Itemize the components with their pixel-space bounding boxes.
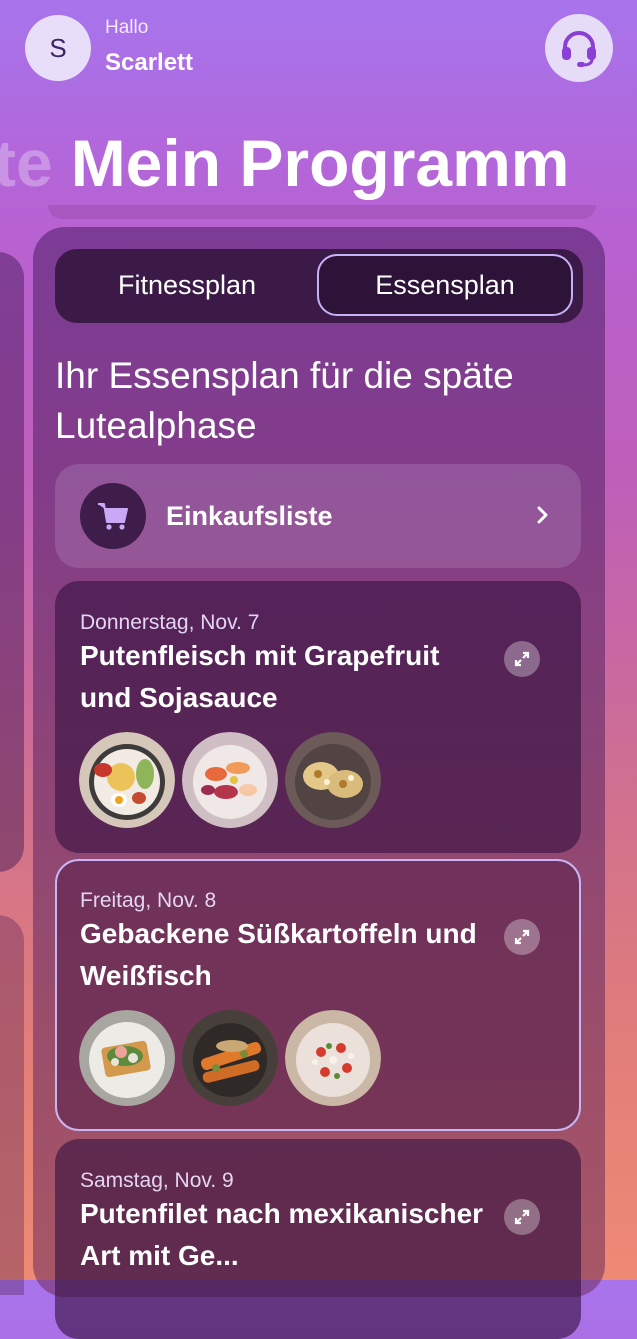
page-title: Mein Programm xyxy=(70,126,570,200)
plan-title: Ihr Essensplan für die späte Lutealphase xyxy=(55,355,514,446)
chevron-right-icon xyxy=(537,506,548,524)
previous-panel-peek-lower[interactable] xyxy=(0,915,24,1295)
food-image xyxy=(285,732,381,828)
meal-date: Samstag, Nov. 9 xyxy=(80,1169,234,1192)
user-name: Scarlett xyxy=(105,49,194,76)
title-underline xyxy=(48,205,596,219)
shopping-list-label: Einkaufsliste xyxy=(166,501,333,531)
cart-icon-wrapper xyxy=(80,483,146,549)
previous-panel-peek[interactable] xyxy=(0,252,24,872)
plan-tabs: Fitnessplan Essensplan xyxy=(55,249,583,323)
tab-fitnessplan[interactable]: Fitnessplan xyxy=(59,254,315,316)
expand-button[interactable] xyxy=(504,919,540,955)
meal-card[interactable]: Donnerstag, Nov. 7 Putenfleisch mit Grap… xyxy=(55,581,581,853)
header: S Hallo Scarlett xyxy=(0,0,637,110)
meal-title: Putenfilet nach mexikanischer Art mit Ge… xyxy=(80,1198,484,1271)
food-image xyxy=(79,1010,175,1106)
expand-icon xyxy=(514,1209,530,1225)
avatar[interactable]: S xyxy=(25,15,91,81)
food-image xyxy=(182,1010,278,1106)
program-panel: Fitnessplan Essensplan Ihr Essensplan fü… xyxy=(33,227,605,1339)
previous-page-title[interactable]: te xyxy=(0,126,53,200)
shopping-list-button[interactable]: Einkaufsliste xyxy=(55,464,581,568)
meal-title: Gebackene Süßkartoffeln und Weißfisch xyxy=(80,918,477,991)
meal-card[interactable]: Samstag, Nov. 9 Putenfilet nach mexikani… xyxy=(55,1139,581,1339)
meal-date: Donnerstag, Nov. 7 xyxy=(80,611,260,634)
greeting-text: Hallo xyxy=(105,17,149,38)
tab-essensplan[interactable]: Essensplan xyxy=(317,254,573,316)
food-image xyxy=(182,732,278,828)
meal-title: Putenfleisch mit Grapefruit und Sojasauc… xyxy=(80,640,440,713)
support-button[interactable] xyxy=(545,14,613,82)
shopping-cart-icon xyxy=(98,503,128,530)
food-image xyxy=(285,1010,381,1106)
expand-icon xyxy=(514,929,530,945)
expand-icon xyxy=(514,651,530,667)
expand-button[interactable] xyxy=(504,1199,540,1235)
meal-card-selected[interactable]: Freitag, Nov. 8 Gebackene Süßkartoffeln … xyxy=(55,859,581,1131)
headset-icon xyxy=(562,31,596,67)
food-image xyxy=(79,732,175,828)
expand-button[interactable] xyxy=(504,641,540,677)
meal-date: Freitag, Nov. 8 xyxy=(80,889,217,912)
page-title-row: te Mein Programm xyxy=(0,125,569,215)
